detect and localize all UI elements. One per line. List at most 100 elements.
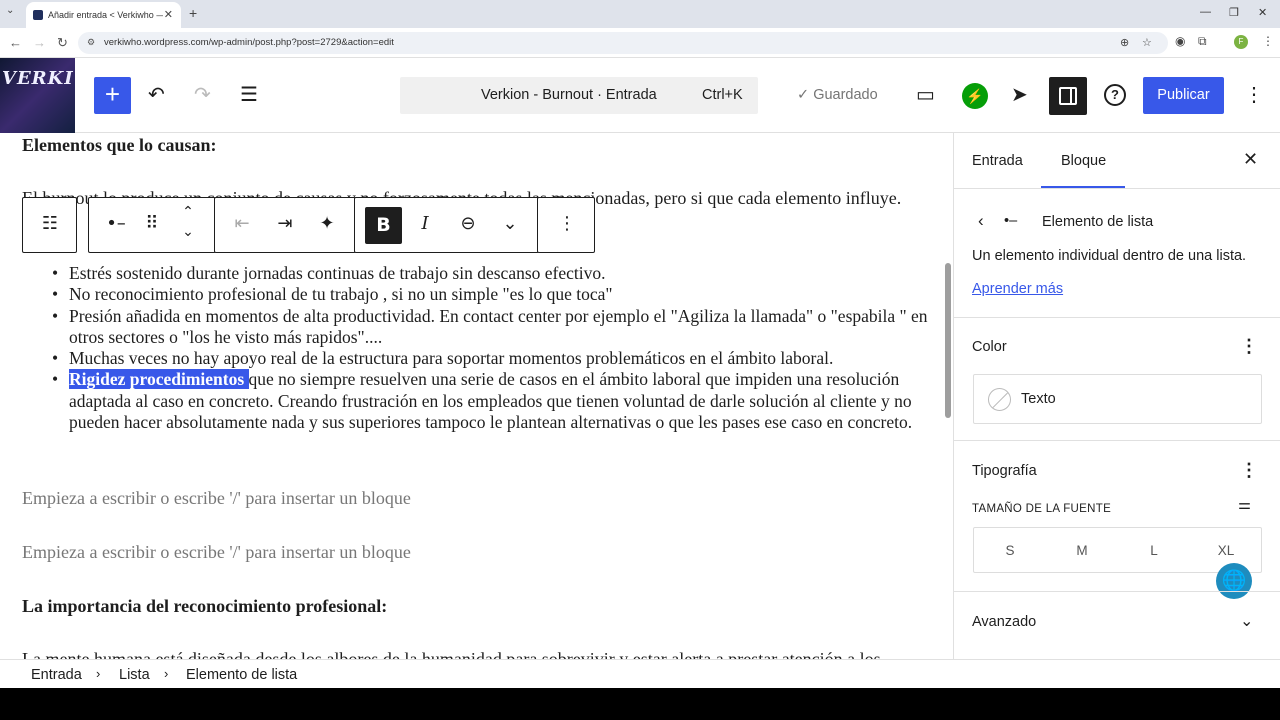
settings-sidebar-toggle[interactable]	[1049, 77, 1087, 115]
tab-post[interactable]: Entrada	[972, 153, 1023, 169]
browser-tab[interactable]: Añadir entrada < Verkiwho — W ✕	[26, 2, 181, 28]
sidebar-icon	[1059, 87, 1077, 105]
link-icon[interactable]: ⊖	[453, 213, 483, 234]
list-item-icon[interactable]: •–	[101, 213, 131, 234]
list-block[interactable]: Estrés sostenido durante jornadas contin…	[52, 263, 929, 433]
list-item-block-icon: •–	[1004, 213, 1018, 229]
back-chevron-icon[interactable]: ‹	[978, 211, 984, 231]
undo-icon[interactable]: ↶	[148, 82, 165, 107]
list-item[interactable]: Estrés sostenido durante jornadas contin…	[52, 263, 929, 285]
typography-options-icon[interactable]: ⋮	[1240, 460, 1258, 481]
select-parent-list-icon[interactable]: ☷	[35, 213, 65, 234]
new-tab-icon[interactable]: +	[189, 5, 197, 21]
list-item-selected[interactable]: Rigidez procedimientos que no siempre re…	[52, 369, 929, 433]
block-options-group: ⋮	[537, 197, 595, 253]
tab-strip: ⌄ Añadir entrada < Verkiwho — W ✕ + — ❐ …	[0, 0, 1280, 28]
move-up-icon[interactable]: ⌃	[173, 204, 203, 220]
typography-panel-title: Tipografía	[972, 463, 1037, 479]
profile-avatar[interactable]: F	[1234, 35, 1248, 49]
chevron-down-icon[interactable]: ⌄	[1240, 611, 1253, 631]
color-options-icon[interactable]: ⋮	[1240, 336, 1258, 357]
text-color-label: Texto	[1021, 391, 1056, 407]
extensions-puzzle-icon[interactable]: ⧉	[1198, 34, 1207, 49]
document-overview-icon[interactable]: ☰	[240, 82, 258, 107]
breadcrumb-chevron-icon: ›	[96, 666, 101, 681]
more-formatting-chevron-icon[interactable]: ⌄	[495, 213, 525, 234]
list-item[interactable]: Presión añadida en momentos de alta prod…	[52, 306, 929, 349]
help-icon[interactable]: ?	[1104, 84, 1126, 106]
preview-device-icon[interactable]: ▭	[916, 82, 935, 107]
redo-icon[interactable]: ↷	[194, 82, 211, 107]
selected-text[interactable]: Rigidez procedimientos	[69, 369, 249, 390]
heading-causes[interactable]: Elementos que lo causan:	[22, 135, 217, 156]
editor-canvas[interactable]: Elementos que lo causan: El burnout lo p…	[0, 133, 953, 659]
document-title: Verkion - Burnout · Entrada	[481, 87, 657, 103]
advanced-panel-title[interactable]: Avanzado	[972, 614, 1036, 630]
close-sidebar-icon[interactable]: ✕	[1243, 149, 1258, 170]
learn-more-link[interactable]: Aprender más	[972, 281, 1063, 297]
block-type-group: •– ⠿ ⌃ ⌄	[88, 197, 216, 253]
breadcrumb-list-item: Elemento de lista	[186, 667, 298, 683]
tab-title: Añadir entrada < Verkiwho — W	[48, 10, 163, 20]
site-favicon-icon	[33, 10, 43, 20]
block-breadcrumb: Entrada › Lista › Elemento de lista	[0, 659, 1280, 688]
size-option-xl[interactable]: XL	[1211, 543, 1241, 558]
breadcrumb-post[interactable]: Entrada	[31, 667, 82, 683]
indent-icon[interactable]: ⇥	[270, 213, 300, 234]
close-tab-icon[interactable]: ✕	[164, 8, 173, 21]
add-block-button[interactable]: +	[94, 77, 131, 114]
minimize-icon[interactable]: —	[1200, 6, 1211, 18]
text-color-control[interactable]: Texto	[973, 374, 1262, 424]
command-palette-bar[interactable]: Verkion - Burnout · Entrada Ctrl+K	[400, 77, 758, 114]
bold-button[interactable]: B	[365, 207, 402, 244]
reload-icon[interactable]: ↻	[57, 35, 68, 51]
maximize-icon[interactable]: ❐	[1229, 6, 1239, 19]
site-info-icon[interactable]: ⚙	[87, 37, 95, 48]
outdent-icon[interactable]: ⇤	[227, 213, 257, 234]
partial-paragraph[interactable]: La mente humana está diseñada desde los …	[22, 649, 922, 659]
move-down-icon[interactable]: ⌄	[173, 224, 203, 240]
saved-status: ✓ Guardado	[797, 87, 878, 103]
divider	[954, 188, 1280, 189]
empty-block-placeholder[interactable]: Empieza a escribir o escribe '/' para in…	[22, 488, 411, 509]
jetpack-icon[interactable]: ⚡	[962, 83, 988, 109]
custom-size-sliders-icon[interactable]: ⚌	[1238, 497, 1251, 513]
extension-icon[interactable]: ◉	[1175, 34, 1185, 48]
empty-color-swatch-icon	[988, 388, 1011, 411]
block-options-icon[interactable]: ⋮	[552, 213, 582, 234]
back-icon[interactable]: ←	[9, 35, 22, 50]
size-option-m[interactable]: M	[1067, 543, 1097, 558]
address-bar-row: ← → ↻ ⚙ verkiwho.wordpress.com/wp-admin/…	[0, 28, 1280, 58]
publish-button[interactable]: Publicar	[1143, 77, 1224, 114]
italic-button[interactable]: I	[410, 213, 440, 234]
tab-search-icon[interactable]: ⌄	[6, 5, 14, 16]
shortcut-hint: Ctrl+K	[702, 87, 743, 103]
zoom-icon[interactable]: ⊕	[1120, 36, 1129, 49]
drag-handle-icon[interactable]: ⠿	[137, 213, 167, 234]
browser-menu-icon[interactable]: ⋮	[1262, 34, 1274, 48]
block-description: Un elemento individual dentro de una lis…	[972, 248, 1247, 264]
omnibox[interactable]: ⚙ verkiwho.wordpress.com/wp-admin/post.p…	[78, 32, 1168, 54]
forward-icon[interactable]: →	[33, 35, 46, 50]
list-item[interactable]: Muchas veces no hay apoyo real de la est…	[52, 348, 929, 370]
color-panel-title: Color	[972, 339, 1007, 355]
divider	[954, 440, 1280, 441]
site-logo[interactable]: VERKI	[0, 58, 75, 133]
list-item[interactable]: No reconocimiento profesional de tu trab…	[52, 284, 929, 306]
heading-recognition[interactable]: La importancia del reconocimiento profes…	[22, 596, 387, 617]
empty-block-placeholder[interactable]: Empieza a escribir o escribe '/' para in…	[22, 542, 411, 563]
size-option-l[interactable]: L	[1139, 543, 1169, 558]
divider	[954, 591, 1280, 592]
breadcrumb-chevron-icon: ›	[164, 666, 169, 681]
translate-globe-icon[interactable]: 🌐	[1216, 563, 1252, 599]
bookmark-star-icon[interactable]: ☆	[1142, 36, 1152, 49]
tab-block[interactable]: Bloque	[1061, 153, 1106, 169]
options-menu-icon[interactable]: ⋮	[1244, 82, 1264, 107]
close-window-icon[interactable]: ✕	[1258, 6, 1267, 19]
size-option-s[interactable]: S	[995, 543, 1025, 558]
editor-scrollbar-thumb[interactable]	[945, 263, 951, 418]
breadcrumb-list[interactable]: Lista	[119, 667, 150, 683]
send-icon[interactable]: ➤	[1011, 82, 1028, 107]
editor-header: VERKI + ↶ ↷ ☰ Verkion - Burnout · Entrad…	[0, 58, 1280, 133]
ai-sparkle-icon[interactable]: ✦	[312, 213, 342, 234]
